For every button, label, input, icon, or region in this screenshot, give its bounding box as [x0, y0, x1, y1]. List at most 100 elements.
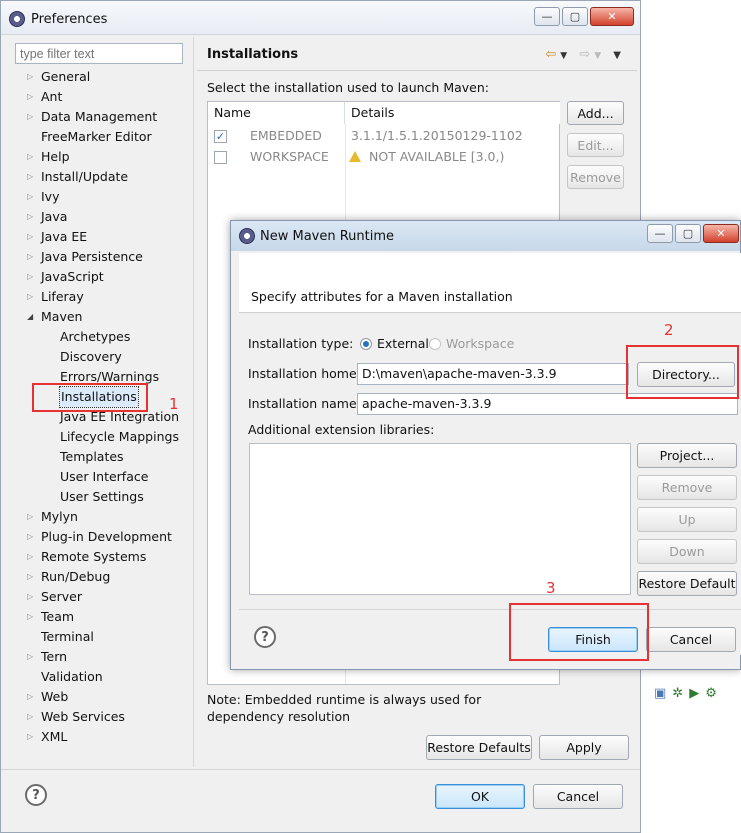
forward-dropdown-icon[interactable]: ▼ [594, 51, 605, 61]
tree-item[interactable]: ▷ Liferay [15, 287, 193, 307]
collapsed-arrow-icon[interactable]: ▷ [27, 247, 33, 267]
tree-item[interactable]: ▷ Plug-in Development [15, 527, 193, 547]
collapsed-arrow-icon[interactable]: ▷ [27, 167, 33, 187]
collapsed-arrow-icon[interactable]: ▷ [27, 607, 33, 627]
restore-defaults-button[interactable]: Restore Defaults [426, 735, 532, 760]
ok-button[interactable]: OK [435, 784, 525, 809]
remove-library-button[interactable]: Remove [637, 475, 737, 500]
tree-item-label: User Interface [60, 469, 149, 484]
view-menu-icon[interactable]: ▼ [613, 50, 625, 61]
dialog-minimize-button[interactable]: — [647, 224, 673, 243]
maximize-icon: ▢ [569, 10, 581, 23]
cancel-button[interactable]: Cancel [533, 784, 623, 809]
annotation-number-1: 1 [169, 395, 179, 413]
workspace-radio[interactable]: Workspace [429, 336, 514, 351]
collapsed-arrow-icon[interactable]: ▷ [27, 527, 33, 547]
dialog-cancel-button[interactable]: Cancel [646, 627, 736, 652]
tree-item[interactable]: ▷ Ant [15, 87, 193, 107]
filter-input[interactable] [15, 43, 183, 64]
dialog-maximize-button[interactable]: ▢ [675, 224, 701, 243]
forward-icon[interactable]: ⇨ [579, 47, 594, 62]
collapsed-arrow-icon[interactable]: ▷ [27, 147, 33, 167]
table-row[interactable]: WORKSPACE NOT AVAILABLE [3.0,) [208, 147, 559, 167]
collapsed-arrow-icon[interactable]: ▷ [27, 287, 33, 307]
tree-item[interactable]: ▷ Java [15, 207, 193, 227]
collapsed-arrow-icon[interactable]: ▷ [27, 647, 33, 667]
extension-libraries-list[interactable] [249, 443, 631, 595]
apply-button[interactable]: Apply [539, 735, 629, 760]
tree-item[interactable]: ▷ Web Services [15, 707, 193, 727]
tree-item[interactable]: ▷ Install/Update [15, 167, 193, 187]
external-radio[interactable]: External [360, 336, 429, 351]
tree-item[interactable]: Archetypes [15, 327, 193, 347]
warning-icon [349, 151, 361, 162]
tree-item[interactable]: ▷ Mylyn [15, 507, 193, 527]
edit-button[interactable]: Edit... [567, 133, 624, 157]
collapsed-arrow-icon[interactable]: ▷ [27, 207, 33, 227]
tree-item[interactable]: ▷ Server [15, 587, 193, 607]
row-details: 3.1.1/1.5.1.20150129-1102 [351, 128, 523, 143]
tree-item[interactable]: ▷ Java EE [15, 227, 193, 247]
expanded-arrow-icon[interactable]: ◢ [27, 307, 33, 327]
dialog-help-icon[interactable]: ? [254, 626, 276, 648]
collapsed-arrow-icon[interactable]: ▷ [27, 587, 33, 607]
tree-item[interactable]: ▷ Java Persistence [15, 247, 193, 267]
down-button[interactable]: Down [637, 539, 737, 564]
collapsed-arrow-icon[interactable]: ▷ [27, 727, 33, 747]
tree-item-label: User Settings [60, 489, 144, 504]
tree-item[interactable]: ▷ JavaScript [15, 267, 193, 287]
row-checkbox[interactable] [214, 151, 227, 164]
tree-item[interactable]: ◢ Maven [15, 307, 193, 327]
minimize-icon: — [654, 227, 666, 240]
installation-home-input[interactable]: D:\maven\apache-maven-3.3.9 [357, 363, 629, 385]
tree-item[interactable]: ▷ Ivy [15, 187, 193, 207]
up-button[interactable]: Up [637, 507, 737, 532]
row-checkbox[interactable]: ✓ [214, 130, 227, 143]
tree-item[interactable]: User Interface [15, 467, 193, 487]
dialog-close-button[interactable]: ✕ [703, 224, 739, 243]
back-icon[interactable]: ⇦ [545, 47, 560, 62]
tree-item[interactable]: ▷ Tern [15, 647, 193, 667]
tree-item[interactable]: ▷ Data Management [15, 107, 193, 127]
tree-item[interactable]: Discovery [15, 347, 193, 367]
tree-item[interactable]: Validation [15, 667, 193, 687]
collapsed-arrow-icon[interactable]: ▷ [27, 507, 33, 527]
tree-item[interactable]: Templates [15, 447, 193, 467]
tree-item[interactable]: ▷ XML [15, 727, 193, 747]
tree-item[interactable]: Lifecycle Mappings [15, 427, 193, 447]
annotation-box-installations [32, 383, 148, 412]
tree-item[interactable]: ▷ Web [15, 687, 193, 707]
column-name[interactable]: Name [208, 102, 345, 124]
tree-item[interactable]: User Settings [15, 487, 193, 507]
collapsed-arrow-icon[interactable]: ▷ [27, 267, 33, 287]
collapsed-arrow-icon[interactable]: ▷ [27, 107, 33, 127]
collapsed-arrow-icon[interactable]: ▷ [27, 227, 33, 247]
tree-item[interactable]: ▷ Remote Systems [15, 547, 193, 567]
restore-default-button[interactable]: Restore Default [637, 571, 737, 596]
collapsed-arrow-icon[interactable]: ▷ [27, 87, 33, 107]
add-button[interactable]: Add... [567, 101, 624, 125]
collapsed-arrow-icon[interactable]: ▷ [27, 67, 33, 87]
table-row[interactable]: ✓ EMBEDDED 3.1.1/1.5.1.20150129-1102 [208, 126, 559, 146]
back-dropdown-icon[interactable]: ▼ [560, 51, 571, 61]
tree-item[interactable]: ▷ Help [15, 147, 193, 167]
tree-item[interactable]: ▷ Run/Debug [15, 567, 193, 587]
debug-icon: ✲ [672, 686, 690, 701]
help-icon[interactable]: ? [25, 784, 47, 806]
close-button[interactable]: ✕ [590, 7, 634, 26]
remove-button[interactable]: Remove [567, 165, 624, 189]
project-button[interactable]: Project... [637, 443, 737, 468]
tree-item[interactable]: FreeMarker Editor [15, 127, 193, 147]
collapsed-arrow-icon[interactable]: ▷ [27, 707, 33, 727]
minimize-button[interactable]: — [534, 7, 560, 26]
collapsed-arrow-icon[interactable]: ▷ [27, 687, 33, 707]
collapsed-arrow-icon[interactable]: ▷ [27, 187, 33, 207]
splitter[interactable] [193, 37, 194, 767]
tree-item[interactable]: ▷ Team [15, 607, 193, 627]
collapsed-arrow-icon[interactable]: ▷ [27, 547, 33, 567]
collapsed-arrow-icon[interactable]: ▷ [27, 567, 33, 587]
tree-item[interactable]: ▷ General [15, 67, 193, 87]
maximize-button[interactable]: ▢ [562, 7, 588, 26]
tree-item[interactable]: Terminal [15, 627, 193, 647]
column-details[interactable]: Details [345, 102, 560, 124]
